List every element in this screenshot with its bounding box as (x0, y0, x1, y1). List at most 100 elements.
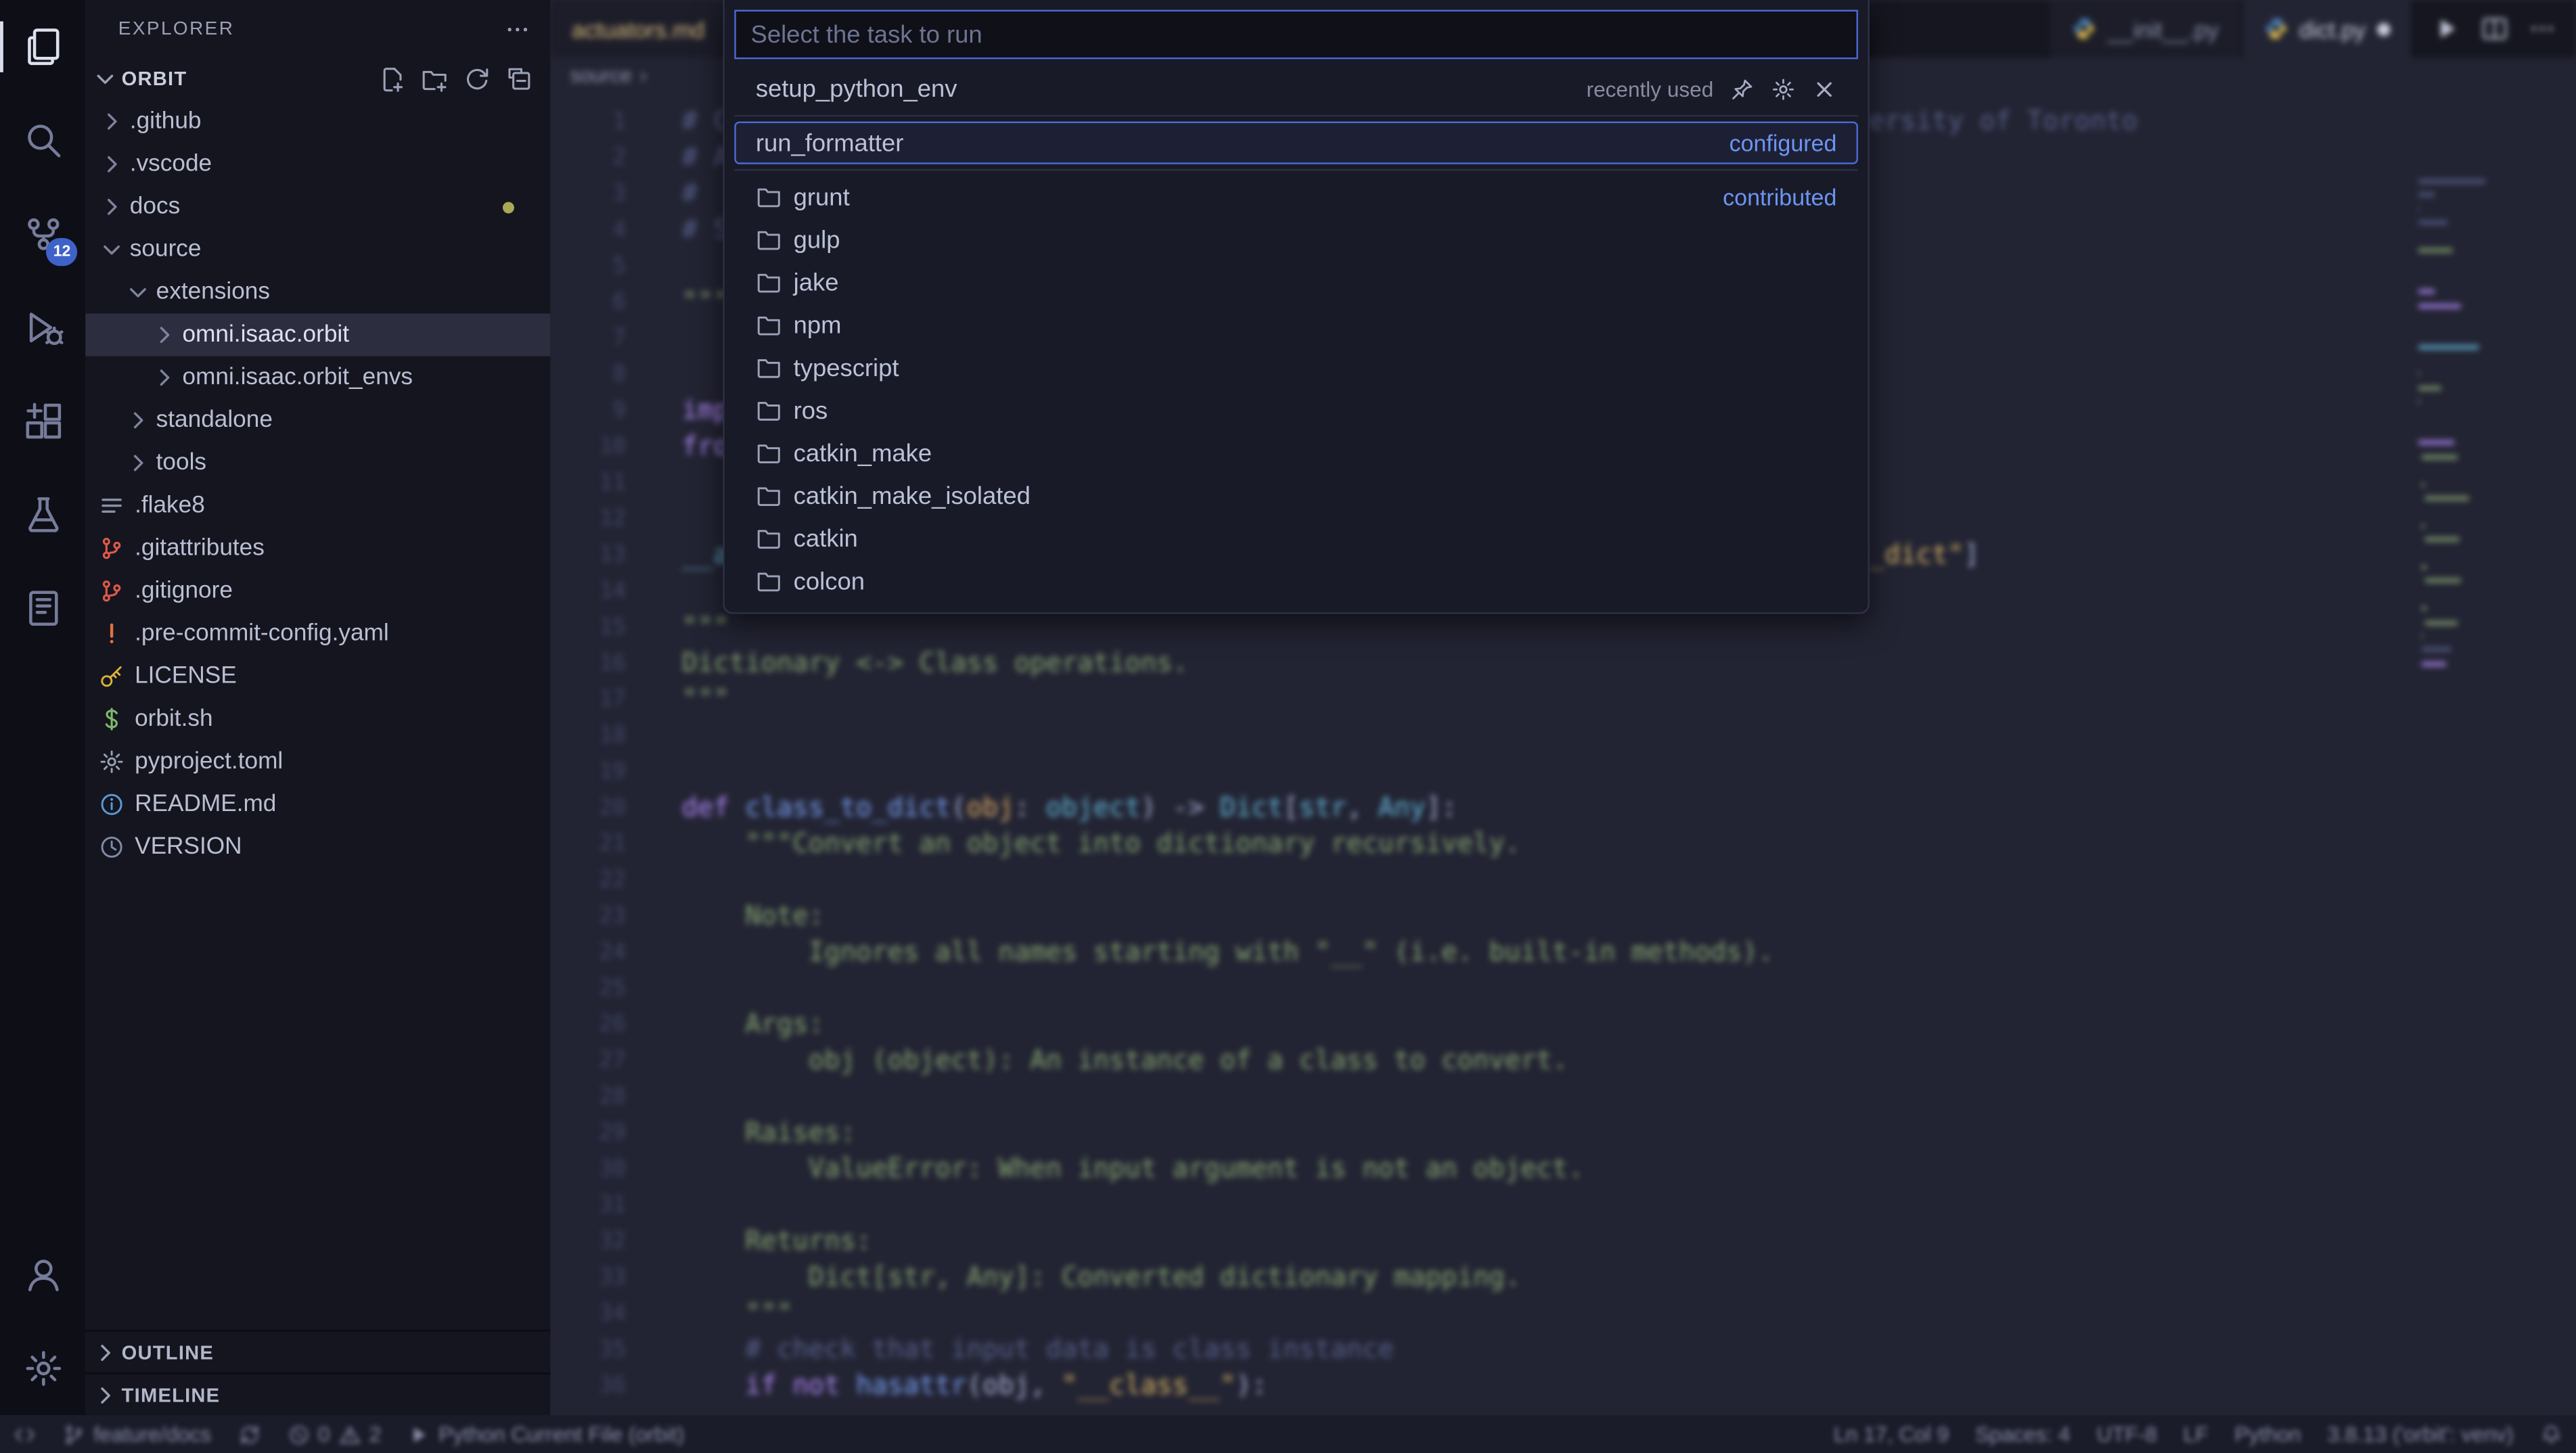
activity-notebook[interactable] (0, 561, 85, 655)
line-number: 14 (550, 573, 626, 609)
modified-dot (503, 202, 514, 214)
beaker-icon (22, 494, 64, 536)
new-folder-button[interactable] (421, 65, 449, 93)
tree-item-omni-isaac-orbit-envs[interactable]: omni.isaac.orbit_envs (85, 356, 550, 399)
task-item-run-formatter[interactable]: run_formatterconfigured (734, 122, 1858, 164)
account-icon (22, 1254, 64, 1295)
task-item-catkin-make-isolated[interactable]: catkin_make_isolated (734, 474, 1858, 517)
tree-item-gitattributes[interactable]: .gitattributes (85, 527, 550, 570)
gear-button[interactable] (1771, 76, 1795, 101)
clock-icon (99, 834, 125, 860)
status-label: 0 (318, 1422, 330, 1446)
activity-explorer[interactable] (0, 0, 85, 93)
tree-item-vscode[interactable]: .vscode (85, 143, 550, 185)
line-number: 25 (550, 970, 626, 1006)
refresh-button[interactable] (464, 65, 491, 93)
tree-item-gitignore[interactable]: .gitignore (85, 570, 550, 612)
line-number: 17 (550, 681, 626, 717)
minimap[interactable] (2405, 179, 2576, 675)
activity-testing[interactable] (0, 468, 85, 561)
quick-pick-input[interactable] (734, 10, 1858, 60)
tree-item-flake8[interactable]: .flake8 (85, 484, 550, 527)
code-line: """ (682, 681, 2138, 717)
tab-dict-py[interactable]: dict.py (2242, 0, 2414, 57)
breadcrumb-item-source[interactable]: source (570, 64, 631, 87)
task-item-colcon[interactable]: colcon (734, 560, 1858, 603)
folder-icon (756, 397, 782, 423)
status-label: LF (2184, 1422, 2209, 1446)
status-problems[interactable]: 02 (273, 1415, 394, 1453)
activity-accounts[interactable] (0, 1228, 85, 1321)
tree-item-license[interactable]: LICENSE (85, 655, 550, 697)
status-branch[interactable]: feature/docs (49, 1415, 225, 1453)
pin-button[interactable] (1730, 76, 1755, 101)
task-item-grunt[interactable]: gruntcontributed (734, 176, 1858, 218)
tree-item-orbit-sh[interactable]: orbit.sh (85, 698, 550, 741)
status-debug-config[interactable]: Python Current File (orbit) (394, 1415, 698, 1453)
views-and-more-actions-button[interactable] (504, 16, 530, 42)
status-cursor-position[interactable]: Ln 17, Col 9 (1821, 1415, 1962, 1453)
sidebar-section-outline[interactable]: OUTLINE (85, 1330, 550, 1373)
tree-item-extensions[interactable]: extensions (85, 271, 550, 313)
activity-extensions[interactable] (0, 374, 85, 467)
tree-item-docs[interactable]: docs (85, 185, 550, 228)
minimap-line (2421, 634, 2423, 639)
activity-run-and-debug[interactable] (0, 281, 85, 374)
tree-item-standalone[interactable]: standalone (85, 399, 550, 442)
tab-init-py[interactable]: __init__.py (2050, 0, 2242, 57)
tree-item-label: pyproject.toml (135, 749, 283, 775)
activity-settings[interactable] (0, 1322, 85, 1415)
status-language[interactable]: Python (2221, 1415, 2314, 1453)
status-sync[interactable] (225, 1415, 274, 1453)
task-item-npm[interactable]: npm (734, 304, 1858, 346)
tree-item-label: standalone (156, 407, 273, 434)
task-item-gulp[interactable]: gulp (734, 218, 1858, 261)
tree-item-source[interactable]: source (85, 228, 550, 271)
task-item-setup-python-env[interactable]: setup_python_envrecently used (734, 68, 1858, 110)
tree-item-version[interactable]: VERSION (85, 826, 550, 869)
tree-item-pyproject-toml[interactable]: pyproject.toml (85, 741, 550, 783)
task-item-jake[interactable]: jake (734, 261, 1858, 304)
tree-item-readme-md[interactable]: README.md (85, 783, 550, 826)
tab-actuators-md[interactable]: actuators.md (550, 0, 727, 57)
more-actions-button[interactable] (2529, 15, 2556, 43)
line-number: 33 (550, 1260, 626, 1295)
minimap-line (2421, 455, 2458, 459)
status-label: 2 (369, 1422, 382, 1446)
sidebar-section-timeline[interactable]: TIMELINE (85, 1373, 550, 1415)
status-notifications[interactable] (2527, 1415, 2576, 1453)
task-item-catkin[interactable]: catkin (734, 517, 1858, 560)
status-python-interpreter[interactable]: 3.8.13 ('orbit': venv) (2314, 1415, 2527, 1453)
line-number: 22 (550, 862, 626, 898)
line-number: 9 (550, 392, 626, 428)
tree-item-github[interactable]: .github (85, 100, 550, 143)
activity-source-control[interactable]: 12 (0, 187, 85, 281)
tree-item-pre-commit-config-yaml[interactable]: .pre-commit-config.yaml (85, 612, 550, 655)
task-item-catkin-make[interactable]: catkin_make (734, 432, 1858, 474)
minimap-line (2418, 206, 2419, 211)
status-label: Ln 17, Col 9 (1834, 1422, 1949, 1446)
status-remote[interactable] (0, 1415, 49, 1453)
status-encoding[interactable]: UTF-8 (2083, 1415, 2170, 1453)
close-button[interactable] (1812, 76, 1836, 101)
activity-search[interactable] (0, 93, 85, 187)
explorer-section-orbit[interactable]: ORBIT (85, 57, 550, 100)
task-item-ros[interactable]: ros (734, 389, 1858, 432)
sync-icon (238, 1423, 261, 1446)
tree-item-label: .vscode (130, 151, 212, 177)
run-python-file-button[interactable] (2433, 15, 2461, 43)
line-number: 34 (550, 1295, 626, 1331)
tree-item-omni-isaac-orbit[interactable]: omni.isaac.orbit (85, 314, 550, 356)
tree-item-tools[interactable]: tools (85, 442, 550, 484)
code-line: Ignores all names starting with "__" (i.… (682, 934, 2138, 970)
split-editor-button[interactable] (2481, 15, 2508, 43)
task-item-typescript[interactable]: typescript (734, 346, 1858, 389)
minimap-line (2418, 289, 2435, 294)
code-line: """ (682, 1295, 2138, 1331)
tree-item-label: .pre-commit-config.yaml (135, 620, 389, 647)
new-file-button[interactable] (378, 65, 405, 93)
collapse-all-button[interactable] (506, 65, 534, 93)
status-indentation[interactable]: Spaces: 4 (1962, 1415, 2083, 1453)
sidebar-header: EXPLORER (85, 0, 550, 57)
status-eol[interactable]: LF (2170, 1415, 2221, 1453)
